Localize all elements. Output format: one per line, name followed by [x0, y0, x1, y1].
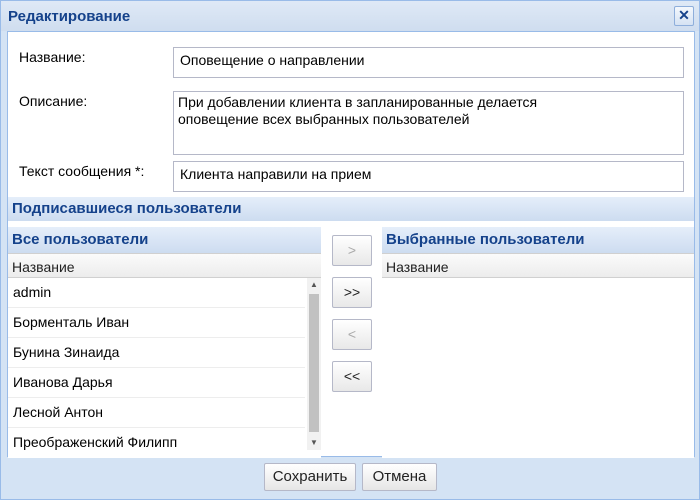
selected-users-title: Выбранные пользователи	[386, 231, 585, 248]
subscribers-section-header: Подписавшиеся пользователи	[8, 197, 694, 221]
save-button[interactable]: Сохранить	[264, 463, 356, 491]
add-selected-button[interactable]: >	[332, 235, 372, 266]
edit-dialog: Редактирование ✕ Название: Оповещение о …	[0, 0, 700, 500]
all-users-column-label: Название	[12, 259, 75, 275]
all-users-column-header[interactable]: Название	[8, 253, 321, 278]
dialog-titlebar[interactable]: Редактирование ✕	[1, 1, 699, 31]
name-input[interactable]: Оповещение о направлении	[173, 47, 684, 78]
all-users-grid: admin Борменталь Иван Бунина Зинаида Ива…	[8, 278, 321, 450]
all-users-panel: Все пользователи Название admin Бормента…	[8, 227, 321, 458]
scroll-down-arrow-icon[interactable]: ▼	[307, 436, 321, 450]
user-row-lesnoy[interactable]: Лесной Антон	[8, 398, 305, 428]
selected-users-column-header[interactable]: Название	[382, 253, 694, 278]
selected-users-grid[interactable]	[382, 278, 694, 450]
user-row-bunina[interactable]: Бунина Зинаида	[8, 338, 305, 368]
cancel-button[interactable]: Отмена	[362, 463, 437, 491]
all-users-title: Все пользователи	[12, 231, 149, 248]
scroll-up-arrow-icon[interactable]: ▲	[307, 278, 321, 292]
message-input[interactable]: Клиента направили на прием	[173, 161, 684, 192]
name-label: Название:	[19, 49, 86, 65]
selected-users-header: Выбранные пользователи	[382, 227, 694, 253]
subscribers-section-title: Подписавшиеся пользователи	[12, 200, 242, 217]
all-users-header: Все пользователи	[8, 227, 321, 253]
description-textarea[interactable]: При добавлении клиента в запланированные…	[173, 91, 684, 155]
remove-selected-button[interactable]: <	[332, 319, 372, 350]
message-label: Текст сообщения *:	[19, 163, 145, 179]
dialog-title: Редактирование	[8, 8, 131, 25]
selected-users-column-label: Название	[386, 259, 449, 275]
remove-all-button[interactable]: <<	[332, 361, 372, 392]
description-label: Описание:	[19, 93, 88, 109]
add-all-button[interactable]: >>	[332, 277, 372, 308]
user-row-preobrazhensky[interactable]: Преображенский Филипп	[8, 428, 305, 450]
user-row-ivanova[interactable]: Иванова Дарья	[8, 368, 305, 398]
dialog-body: Название: Оповещение о направлении Описа…	[7, 31, 695, 458]
close-icon: ✕	[678, 7, 690, 23]
all-users-scrollbar[interactable]: ▲ ▼	[307, 278, 321, 450]
user-row-admin[interactable]: admin	[8, 278, 305, 308]
user-row-bormental[interactable]: Борменталь Иван	[8, 308, 305, 338]
close-button[interactable]: ✕	[674, 6, 694, 26]
selected-users-panel: Выбранные пользователи Название	[382, 227, 694, 458]
scroll-thumb[interactable]	[309, 294, 319, 432]
